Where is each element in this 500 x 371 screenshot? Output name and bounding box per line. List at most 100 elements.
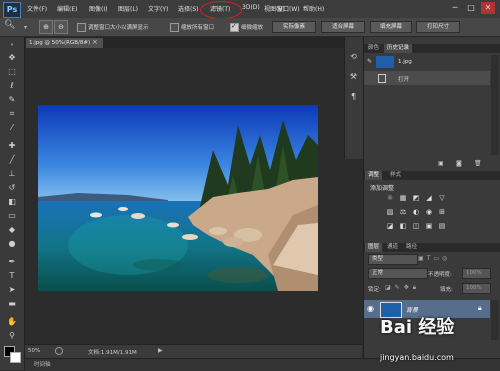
zoom-all-checkbox[interactable] (170, 23, 179, 32)
layer-filter-select[interactable]: 类型 (368, 254, 418, 265)
background-color-swatch[interactable] (10, 352, 21, 363)
pen-tool-icon[interactable]: ✒ (5, 256, 19, 267)
scrubby-zoom-checkbox[interactable] (230, 22, 239, 32)
dodge-tool-icon[interactable]: ● (5, 238, 19, 249)
highlight-ellipse (200, 1, 242, 19)
hand-tool-icon[interactable]: ✋ (5, 316, 19, 327)
print-size-button[interactable]: 打印尺寸 (416, 21, 460, 33)
adjustment-icon[interactable]: ◧ (398, 222, 408, 231)
minimize-icon[interactable]: ─ (448, 2, 462, 14)
menu-select[interactable]: 选择(S) (178, 4, 199, 13)
eye-visibility-icon[interactable]: ◉ (367, 304, 374, 313)
history-brush-tool-icon[interactable]: ↺ (5, 182, 19, 193)
document-tab-title: 1.jpg @ 50%(RGB/8#) (29, 40, 91, 46)
adjustment-icon[interactable] (450, 194, 460, 203)
fit-screen-button[interactable]: 适合屏幕 (321, 21, 365, 33)
tab-paths[interactable]: 路径 (403, 243, 420, 252)
toolbar-collapse-icon[interactable]: » (5, 40, 19, 48)
zoom-tool-icon[interactable]: 🔍︎ (4, 20, 20, 34)
adjustment-icon[interactable]: ◩ (411, 194, 421, 203)
zoom-level[interactable]: 50% (28, 348, 40, 354)
adjustment-icon[interactable]: ◐ (411, 208, 421, 217)
menu-3d[interactable]: 3D(D) (242, 4, 260, 11)
menu-window[interactable]: 窗口(W) (277, 4, 300, 13)
layers-scrollbar[interactable] (491, 300, 499, 340)
new-doc-from-state-icon[interactable]: ▣ (438, 160, 444, 167)
adjustment-icon[interactable] (450, 208, 460, 217)
zoom-tool-icon-toolbar[interactable]: ⚲ (5, 330, 19, 341)
adjustment-icon[interactable]: ▤ (437, 222, 447, 231)
eyedropper-tool-icon[interactable]: ⁄ (5, 122, 19, 133)
adjustment-icon[interactable]: ◢ (424, 194, 434, 203)
actual-pixels-button[interactable]: 实际像素 (272, 21, 316, 33)
zoom-in-icon[interactable]: ⊕ (39, 20, 53, 34)
menu-type[interactable]: 文字(Y) (148, 4, 168, 13)
tab-styles[interactable]: 样式 (387, 171, 404, 180)
quick-select-tool-icon[interactable]: ✎ (5, 94, 19, 105)
menu-edit[interactable]: 编辑(E) (57, 4, 77, 13)
snapshot-camera-icon[interactable]: ◙ (456, 160, 462, 167)
paragraph-dock-icon[interactable]: ¶ (348, 92, 359, 102)
fill-screen-button[interactable]: 填充屏幕 (370, 21, 412, 33)
marquee-tool-icon[interactable]: ⬚ (5, 66, 19, 77)
adjustment-icon-grid: ☼ ▦ ◩ ◢ ▽ ▨ ⚖ ◐ ◉ ⊞ ◪ ◧ ◫ ▣ ▤ (385, 194, 465, 238)
adjustment-icon[interactable]: ▽ (437, 194, 447, 203)
gradient-tool-icon[interactable]: ▭ (5, 210, 19, 221)
history-dock-icon[interactable]: ⟲ (348, 52, 359, 62)
history-scrollbar[interactable] (491, 55, 499, 155)
history-state-open[interactable]: 打开 (364, 71, 490, 85)
lake-photo[interactable] (38, 105, 318, 291)
resize-windows-checkbox[interactable] (77, 23, 86, 32)
status-info-icon[interactable] (55, 347, 63, 355)
adjustment-icon[interactable]: ☼ (385, 194, 395, 203)
tab-layers[interactable]: 图层 (365, 243, 383, 252)
menu-layer[interactable]: 图层(L) (118, 4, 138, 13)
path-select-tool-icon[interactable]: ➤ (5, 284, 19, 295)
shape-tool-icon[interactable]: ▬ (5, 298, 19, 309)
adjustment-icon[interactable]: ▣ (424, 222, 434, 231)
layer-filter-icons[interactable]: ▣T▭◎ (418, 255, 488, 262)
lock-icons[interactable]: ◪✎✥🔒︎ (385, 284, 420, 292)
healing-brush-tool-icon[interactable]: ✚ (5, 140, 19, 151)
tab-channels[interactable]: 通道 (384, 243, 401, 252)
tool-preset-chevron-icon[interactable]: ▾ (24, 24, 27, 31)
opacity-input[interactable]: 100% (462, 268, 491, 279)
blend-mode-select[interactable]: 正常 (368, 268, 428, 279)
adjustment-icon[interactable]: ⊞ (437, 208, 447, 217)
delete-state-icon[interactable]: 🗑︎ (474, 160, 482, 167)
lasso-tool-icon[interactable]: ℓ (5, 80, 19, 91)
status-menu-arrow-icon[interactable]: ▶ (158, 347, 163, 354)
adjustment-icon[interactable]: ▦ (398, 194, 408, 203)
adjustment-icon[interactable]: ◪ (385, 222, 395, 231)
adjustment-icon[interactable]: ▨ (385, 208, 395, 217)
move-tool-icon[interactable]: ✥ (5, 52, 19, 63)
close-icon[interactable]: ✕ (481, 2, 495, 14)
zoom-out-icon[interactable]: ⊖ (54, 20, 68, 34)
timeline-label[interactable]: 时间轴 (34, 360, 51, 368)
clone-stamp-tool-icon[interactable]: ⊥ (5, 168, 19, 179)
eraser-tool-icon[interactable]: ◧ (5, 196, 19, 207)
history-snapshot-row[interactable]: ✎ 1.jpg (364, 55, 490, 69)
adjustment-icon[interactable]: ◫ (411, 222, 421, 231)
adjustment-icon[interactable]: ◉ (424, 208, 434, 217)
document-tab-close-icon[interactable]: × (92, 38, 98, 46)
document-icon (378, 74, 386, 83)
blur-tool-icon[interactable]: ◆ (5, 224, 19, 235)
adjustment-icon[interactable] (450, 222, 460, 231)
fill-input[interactable]: 100% (462, 283, 491, 294)
crop-tool-icon[interactable]: ⌗ (5, 108, 19, 119)
add-adjustment-title: 添加调整 (370, 185, 395, 192)
tool-presets-dock-icon[interactable]: ⚒ (348, 72, 359, 82)
menu-help[interactable]: 帮助(H) (303, 4, 324, 13)
brush-tool-icon[interactable]: ╱ (5, 154, 19, 165)
type-tool-icon[interactable]: T (5, 270, 19, 281)
tab-adjustments[interactable]: 调整 (365, 171, 383, 180)
menu-image[interactable]: 图像(I) (89, 4, 107, 13)
adjustment-icon[interactable]: ⚖ (398, 208, 408, 217)
opacity-label: 不透明度: (428, 272, 452, 278)
tab-history[interactable]: 历史记录 (384, 44, 413, 53)
menu-file[interactable]: 文件(F) (27, 4, 47, 13)
tab-color[interactable]: 颜色 (365, 44, 382, 53)
maximize-icon[interactable]: □ (464, 2, 478, 14)
snapshot-name: 1.jpg (398, 59, 412, 65)
